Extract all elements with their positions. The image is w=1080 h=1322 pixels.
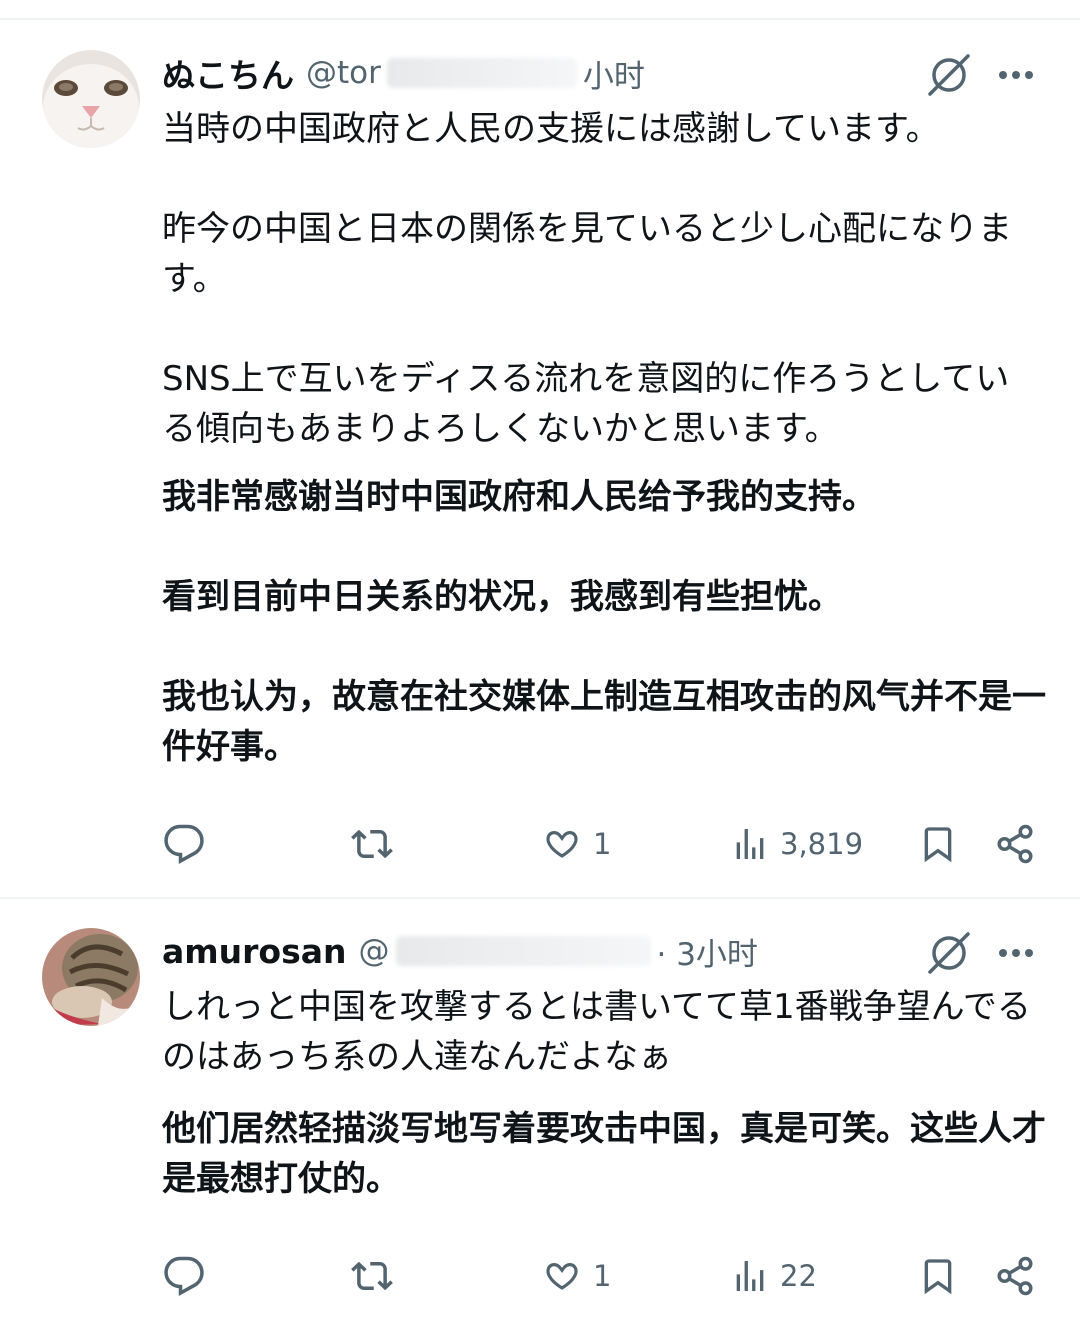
repost-icon bbox=[351, 829, 393, 859]
share-icon bbox=[997, 824, 1033, 864]
bookmark-button[interactable] bbox=[918, 814, 958, 874]
translation-text: 他们居然轻描淡写地写着要攻击中国，真是可笑。这些人才是最想打仗的。 bbox=[162, 1109, 1046, 1199]
heart-icon bbox=[546, 1263, 578, 1290]
post-text: しれっと中国を攻撃するとは書いてて草1番戦争望んでるのはあっち系の人達なんだよな… bbox=[162, 987, 1031, 1077]
heart-icon bbox=[546, 831, 578, 858]
handle[interactable]: @tor bbox=[306, 55, 381, 91]
share-icon bbox=[997, 1256, 1033, 1296]
view-count: 22 bbox=[780, 1259, 817, 1293]
repost-icon bbox=[351, 1261, 393, 1291]
blurred-handle bbox=[386, 58, 577, 88]
grok-icon[interactable] bbox=[926, 930, 972, 980]
reply-button[interactable] bbox=[163, 1246, 215, 1306]
reply-button[interactable] bbox=[163, 814, 215, 874]
blurred-handle bbox=[395, 936, 651, 966]
views-icon bbox=[736, 829, 764, 859]
share-button[interactable] bbox=[994, 814, 1036, 874]
repost-button[interactable] bbox=[350, 814, 404, 874]
grok-icon[interactable] bbox=[926, 52, 972, 102]
bookmark-button[interactable] bbox=[918, 1246, 958, 1306]
timestamp[interactable]: 小时 bbox=[583, 51, 645, 96]
view-count: 3,819 bbox=[780, 827, 864, 861]
like-button[interactable]: 1 bbox=[541, 1246, 611, 1306]
post-header: amurosan @ · 3小时 bbox=[162, 926, 758, 976]
post-header: ぬこちん @tor 小时 bbox=[162, 48, 645, 98]
like-button[interactable]: 1 bbox=[541, 814, 611, 874]
bookmark-icon bbox=[924, 827, 952, 863]
avatar[interactable] bbox=[42, 50, 140, 148]
display-name[interactable]: ぬこちん bbox=[162, 49, 294, 97]
like-count: 1 bbox=[593, 1259, 612, 1293]
handle[interactable]: @ bbox=[359, 933, 390, 969]
repost-button[interactable] bbox=[350, 1246, 404, 1306]
views-icon bbox=[736, 1261, 764, 1291]
more-options-icon[interactable] bbox=[996, 60, 1036, 94]
views-button[interactable]: 3,819 bbox=[730, 814, 863, 874]
top-divider bbox=[0, 18, 1080, 20]
action-bar: 1 22 bbox=[0, 1246, 1080, 1306]
translation-text: 我非常感谢当时中国政府和人民给予我的支持。 看到目前中日关系的状况，我感到有些担… bbox=[162, 477, 1046, 767]
bookmark-icon bbox=[924, 1259, 952, 1295]
tabby-cat-avatar-icon bbox=[42, 928, 140, 1026]
like-count: 1 bbox=[593, 827, 612, 861]
share-button[interactable] bbox=[994, 1246, 1036, 1306]
post-text: 当時の中国政府と人民の支援には感謝しています。 昨今の中国と日本の関係を見ている… bbox=[162, 109, 1012, 449]
reply-icon bbox=[164, 824, 204, 864]
timestamp[interactable]: · 3小时 bbox=[657, 929, 758, 974]
display-name[interactable]: amurosan bbox=[162, 932, 347, 971]
action-bar: 1 3,819 bbox=[0, 814, 1080, 874]
white-cat-avatar-icon bbox=[42, 50, 140, 148]
post-divider bbox=[0, 897, 1080, 899]
reply-icon bbox=[164, 1256, 204, 1296]
more-options-icon[interactable] bbox=[996, 938, 1036, 972]
avatar[interactable] bbox=[42, 928, 140, 1026]
views-button[interactable]: 22 bbox=[730, 1246, 817, 1306]
